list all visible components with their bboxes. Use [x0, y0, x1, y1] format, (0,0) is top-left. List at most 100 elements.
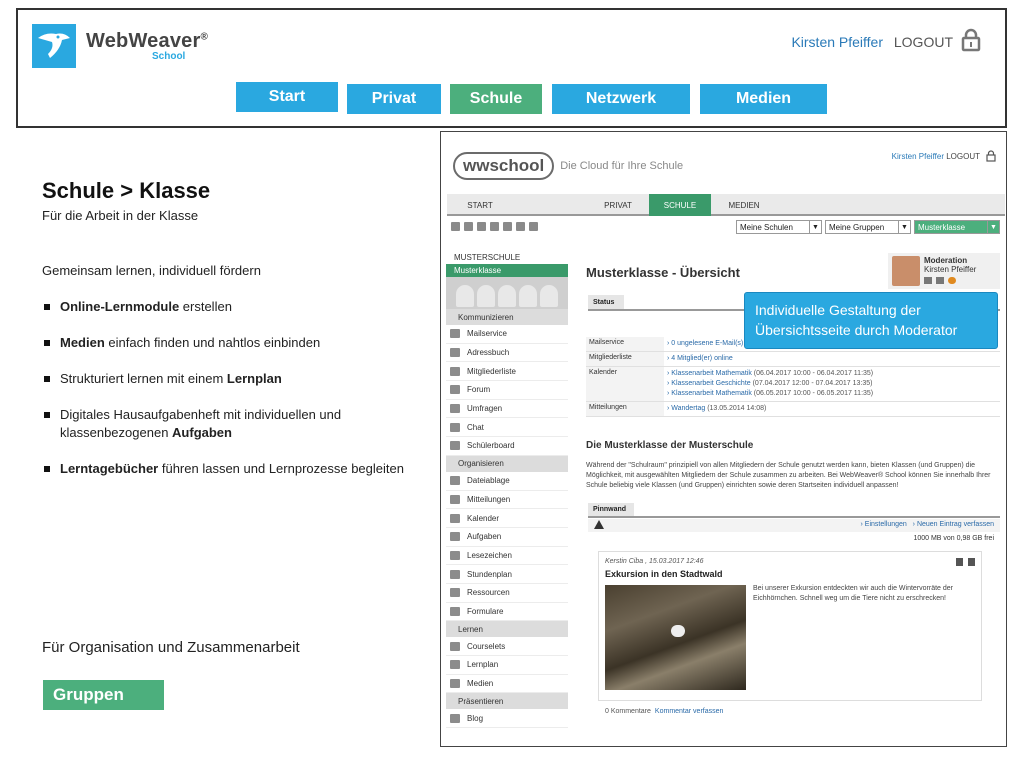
- bird-logo-icon: [32, 24, 76, 68]
- tab-privat[interactable]: PRIVAT: [587, 194, 649, 216]
- sidebar-section-head: Lernen: [446, 621, 568, 638]
- sidebar-item-formulare[interactable]: Formulare: [446, 603, 568, 622]
- webweaver-logo[interactable]: WebWeaver® School: [32, 24, 208, 68]
- document-icon[interactable]: [490, 222, 499, 231]
- tab-medien[interactable]: MEDIEN: [711, 194, 777, 216]
- members-icon: [450, 366, 460, 376]
- sidebar-section-head: Kommunizieren: [446, 309, 568, 325]
- nav-medien[interactable]: Medien: [700, 84, 827, 114]
- post-comments: 0 Kommentare Kommentar verfassen: [605, 708, 724, 715]
- feature-item: Digitales Hausaufgabenheft mit individue…: [42, 406, 422, 442]
- sidebar-item-adressbuch[interactable]: Adressbuch: [446, 344, 568, 363]
- write-comment-link[interactable]: Kommentar verfassen: [655, 708, 723, 715]
- status-icon[interactable]: [948, 277, 956, 284]
- pinnwand-toolbar: › Einstellungen › Neuen Eintrag verfasse…: [588, 519, 1000, 532]
- avatar[interactable]: [892, 256, 920, 286]
- nav-start[interactable]: Start: [236, 82, 338, 112]
- post-meta: Kerstin Ciba , 15.03.2017 12:46: [605, 558, 704, 565]
- settings-link[interactable]: › Einstellungen: [861, 521, 907, 528]
- nav-schule[interactable]: Schule: [450, 84, 542, 114]
- sidebar-item-ressourcen[interactable]: Ressourcen: [446, 584, 568, 603]
- copy-icon[interactable]: [503, 222, 512, 231]
- sidebar-item-stundenplan[interactable]: Stundenplan: [446, 565, 568, 584]
- header-user-name[interactable]: Kirsten Pfeiffer: [791, 34, 883, 50]
- save-icon[interactable]: [464, 222, 473, 231]
- sidebar-item-medien[interactable]: Medien: [446, 675, 568, 694]
- sidebar-item-dateiablage[interactable]: Dateiablage: [446, 472, 568, 491]
- media-icon: [450, 679, 460, 689]
- sidebar-item-aufgaben[interactable]: Aufgaben: [446, 528, 568, 547]
- shot-user-name[interactable]: Kirsten Pfeiffer: [892, 152, 944, 161]
- folder-icon: [450, 476, 460, 486]
- logout-link[interactable]: LOGOUT: [894, 34, 953, 50]
- trash-icon[interactable]: [956, 558, 963, 566]
- resources-icon: [450, 588, 460, 598]
- user-group-icon[interactable]: [477, 222, 486, 231]
- sidebar-item-lernplan[interactable]: Lernplan: [446, 656, 568, 675]
- nav-netzwerk[interactable]: Netzwerk: [552, 84, 690, 114]
- slide-header: WebWeaver® School Kirsten Pfeiffer LOGOU…: [16, 8, 1007, 128]
- settings-icon[interactable]: [529, 222, 538, 231]
- lock-icon[interactable]: [986, 149, 996, 167]
- status-link[interactable]: › Klassenarbeit Mathematik: [667, 390, 752, 397]
- tab-start[interactable]: START: [447, 194, 513, 216]
- mail-icon[interactable]: [936, 277, 944, 284]
- sidebar-item-courselets[interactable]: Courselets: [446, 637, 568, 656]
- tab-schule[interactable]: SCHULE: [649, 194, 711, 216]
- post-text: Bei unserer Exkursion entdeckten wir auc…: [753, 585, 953, 602]
- gruppen-button[interactable]: Gruppen: [43, 680, 164, 710]
- feature-description: Schule > Klasse Für die Arbeit in der Kl…: [42, 178, 422, 496]
- moderation-name[interactable]: Kirsten Pfeiffer: [924, 265, 976, 274]
- form-icon: [450, 606, 460, 616]
- status-link[interactable]: › Wandertag: [667, 405, 705, 412]
- nav-privat[interactable]: Privat: [347, 84, 441, 114]
- moderation-title: Moderation: [924, 256, 968, 265]
- profile-icon[interactable]: [924, 277, 932, 284]
- sidebar-item-mitteilungen[interactable]: Mitteilungen: [446, 491, 568, 510]
- notice-icon: [450, 494, 460, 504]
- select-class[interactable]: Musterklasse ▼: [914, 220, 1000, 234]
- status-link[interactable]: › 4 Mitglied(er) online: [667, 355, 733, 362]
- wwschool-logo[interactable]: wwschool Die Cloud für Ihre Schule: [453, 152, 683, 180]
- storage-quota: 1000 MB von 0,98 GB frei: [913, 535, 994, 542]
- sidebar-item-blog[interactable]: Blog: [446, 709, 568, 729]
- select-groups[interactable]: Meine Gruppen ▼: [825, 220, 911, 234]
- sidebar-item-kalender[interactable]: Kalender: [446, 509, 568, 528]
- lock-icon[interactable]: [961, 28, 981, 57]
- new-entry-link[interactable]: › Neuen Eintrag verfassen: [913, 521, 994, 528]
- wwschool-logo-text: wwschool: [453, 152, 555, 180]
- sidebar-item-mitgliederliste[interactable]: Mitgliederliste: [446, 362, 568, 382]
- main-title: Musterklasse - Übersicht: [586, 265, 740, 280]
- moderation-box: Moderation Kirsten Pfeiffer: [888, 253, 1000, 289]
- bookmark-icon: [450, 550, 460, 560]
- tree-icon[interactable]: [451, 222, 460, 231]
- sidebar-item-musterklasse[interactable]: Musterklasse: [446, 264, 568, 277]
- sidebar-item-lesezeichen[interactable]: Lesezeichen: [446, 547, 568, 566]
- calendar-icon[interactable]: [516, 222, 525, 231]
- table-row: Kalender › Klassenarbeit Mathematik (06.…: [586, 366, 1000, 402]
- brand-registered-mark: ®: [200, 31, 209, 43]
- sidebar-item-forum[interactable]: Forum: [446, 381, 568, 400]
- status-link[interactable]: › Klassenarbeit Mathematik: [667, 370, 752, 377]
- status-link[interactable]: › Klassenarbeit Geschichte: [667, 380, 751, 387]
- callout-box: Individuelle Gestaltung der Übersichtsse…: [744, 292, 998, 349]
- chat-icon: [450, 422, 460, 432]
- poll-icon: [450, 404, 460, 414]
- calendar-icon: [450, 513, 460, 523]
- pinnwand-tab[interactable]: Pinnwand: [588, 503, 634, 516]
- warning-icon: [594, 520, 604, 529]
- sidebar-item-chat[interactable]: Chat: [446, 418, 568, 438]
- checkbox-icon: [450, 532, 460, 542]
- sidebar-item-schuelerboard[interactable]: Schülerboard: [446, 437, 568, 456]
- chevron-down-icon: ▼: [898, 221, 910, 233]
- edit-icon[interactable]: [968, 558, 975, 566]
- shot-logout-link[interactable]: LOGOUT: [946, 152, 980, 161]
- org-heading: Für Organisation und Zusammenarbeit: [42, 639, 300, 656]
- select-schools[interactable]: Meine Schulen ▼: [736, 220, 822, 234]
- status-link[interactable]: › 0 ungelesene E-Mail(s): [667, 340, 743, 347]
- status-tab[interactable]: Status: [588, 295, 624, 309]
- shot-tab-bar: START PRIVAT SCHULE MEDIEN: [447, 194, 1005, 216]
- sidebar-item-mailservice[interactable]: Mailservice: [446, 325, 568, 344]
- feature-item: Strukturiert lernen mit einem Lernplan: [42, 370, 422, 388]
- sidebar-item-umfragen[interactable]: Umfragen: [446, 400, 568, 419]
